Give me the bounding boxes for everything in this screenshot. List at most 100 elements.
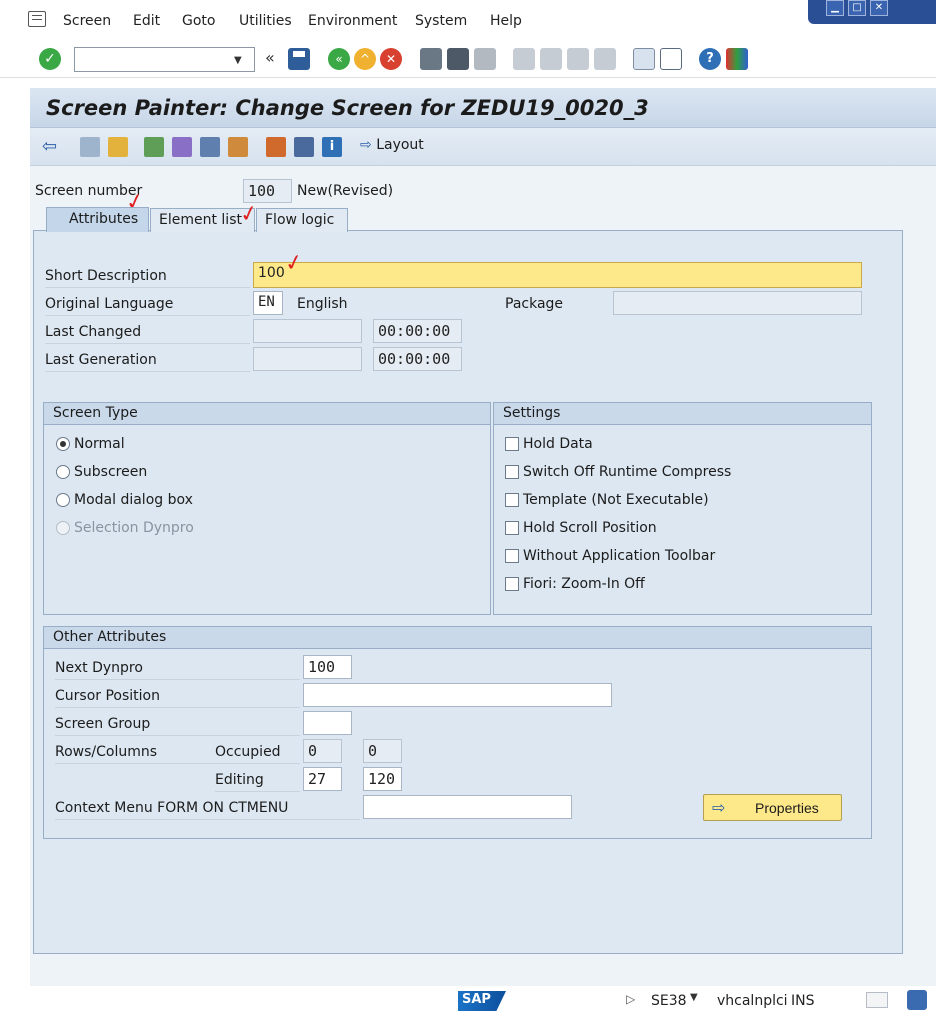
arrow-right-icon: ⇨ bbox=[360, 137, 372, 153]
layout-button[interactable]: ⇨ Layout bbox=[360, 137, 424, 153]
last-page-icon[interactable] bbox=[594, 48, 616, 70]
generate-icon[interactable] bbox=[172, 137, 192, 157]
last-changed-date-field bbox=[253, 319, 362, 343]
menu-help[interactable]: Help bbox=[490, 13, 522, 29]
where-used-icon[interactable] bbox=[228, 137, 248, 157]
short-description-field[interactable]: 100 bbox=[253, 262, 862, 288]
editing-cols-field[interactable]: 120 bbox=[363, 767, 402, 791]
radio-label: Modal dialog box bbox=[74, 492, 193, 508]
collapse-icon[interactable]: « bbox=[265, 48, 275, 67]
server-name: vhcalnplci bbox=[717, 993, 788, 1009]
radio-label: Normal bbox=[74, 436, 125, 452]
cancel-icon[interactable]: ✕ bbox=[380, 48, 402, 70]
menu-screen[interactable]: Screen bbox=[63, 13, 111, 29]
hierarchy-icon[interactable] bbox=[266, 137, 286, 157]
divider bbox=[45, 315, 250, 316]
checkbox-switch-off-runtime[interactable] bbox=[505, 465, 519, 479]
menu-utilities[interactable]: Utilities bbox=[239, 13, 292, 29]
rows-columns-label: Rows/Columns bbox=[55, 744, 158, 760]
radio-label: Subscreen bbox=[74, 464, 148, 480]
properties-button[interactable]: ⇨ Properties bbox=[703, 794, 842, 821]
status-bar: SAP ▷ SE38 ▼ vhcalnplci INS bbox=[0, 986, 936, 1015]
tab-flow-logic[interactable]: Flow logic bbox=[256, 208, 348, 232]
menu-goto[interactable]: Goto bbox=[182, 13, 215, 29]
next-dynpro-field[interactable]: 100 bbox=[303, 655, 352, 679]
check-icon[interactable] bbox=[144, 137, 164, 157]
group-title: Settings bbox=[494, 403, 871, 425]
customize-icon[interactable] bbox=[726, 48, 748, 70]
checkbox-label: Switch Off Runtime Compress bbox=[523, 464, 732, 480]
exit-icon[interactable]: ^ bbox=[354, 48, 376, 70]
window-controls: ▁ □ ✕ bbox=[808, 0, 936, 24]
divider bbox=[45, 343, 250, 344]
screen-group-label: Screen Group bbox=[55, 716, 151, 732]
align-icon[interactable] bbox=[294, 137, 314, 157]
last-changed-label: Last Changed bbox=[45, 324, 142, 340]
transfer-icon[interactable] bbox=[866, 992, 888, 1008]
context-menu-field[interactable] bbox=[363, 795, 572, 819]
radio-normal[interactable] bbox=[56, 437, 70, 451]
status-dropdown-icon[interactable]: ▼ bbox=[690, 992, 698, 1003]
screen-number-field: 100 bbox=[243, 179, 292, 203]
divider bbox=[55, 735, 300, 736]
checkbox-label: Hold Scroll Position bbox=[523, 520, 657, 536]
occupied-cols-field: 0 bbox=[363, 739, 402, 763]
last-generation-time-field: 00:00:00 bbox=[373, 347, 462, 371]
test-icon[interactable] bbox=[200, 137, 220, 157]
editing-rows-field[interactable]: 27 bbox=[303, 767, 342, 791]
checkbox-without-toolbar[interactable] bbox=[505, 549, 519, 563]
info-icon[interactable]: i bbox=[322, 137, 342, 157]
properties-label: Properties bbox=[755, 800, 819, 816]
close-icon[interactable]: ✕ bbox=[870, 0, 888, 16]
back-icon[interactable]: « bbox=[328, 48, 350, 70]
checkbox-fiori-zoom[interactable] bbox=[505, 577, 519, 591]
next-page-icon[interactable] bbox=[567, 48, 589, 70]
menu-environment[interactable]: Environment bbox=[308, 13, 397, 29]
command-dropdown-icon[interactable]: ▼ bbox=[234, 55, 242, 66]
screen-group-field[interactable] bbox=[303, 711, 352, 735]
menu-edit[interactable]: Edit bbox=[133, 13, 160, 29]
input-mode[interactable]: INS bbox=[791, 993, 815, 1009]
checkbox-template[interactable] bbox=[505, 493, 519, 507]
shortcut-icon[interactable] bbox=[660, 48, 682, 70]
lock-icon[interactable] bbox=[907, 990, 927, 1010]
first-page-icon[interactable] bbox=[513, 48, 535, 70]
enter-icon[interactable]: ✓ bbox=[39, 48, 61, 70]
find-icon[interactable] bbox=[447, 48, 469, 70]
other-object-icon[interactable]: ⇦ bbox=[42, 137, 62, 157]
help-icon[interactable]: ? bbox=[699, 48, 721, 70]
divider bbox=[45, 287, 250, 288]
divider bbox=[215, 791, 300, 792]
tab-attributes[interactable]: Attributes bbox=[46, 207, 149, 232]
checkbox-label: Template (Not Executable) bbox=[523, 492, 709, 508]
screen-type-group: Screen Type bbox=[43, 402, 491, 615]
radio-modal-dialog[interactable] bbox=[56, 493, 70, 507]
language-code-field[interactable]: EN bbox=[253, 291, 283, 315]
checkbox-hold-data[interactable] bbox=[505, 437, 519, 451]
save-icon[interactable] bbox=[288, 48, 310, 70]
display-change-icon[interactable] bbox=[80, 137, 100, 157]
radio-subscreen[interactable] bbox=[56, 465, 70, 479]
short-description-label: Short Description bbox=[45, 268, 167, 284]
command-field[interactable] bbox=[74, 47, 255, 72]
group-title: Screen Type bbox=[44, 403, 490, 425]
activate-icon[interactable] bbox=[108, 137, 128, 157]
maximize-icon[interactable]: □ bbox=[848, 0, 866, 16]
play-icon[interactable]: ▷ bbox=[626, 992, 635, 1006]
cursor-position-field[interactable] bbox=[303, 683, 612, 707]
checkbox-hold-scroll[interactable] bbox=[505, 521, 519, 535]
last-generation-label: Last Generation bbox=[45, 352, 157, 368]
divider bbox=[55, 819, 360, 820]
layout-label: Layout bbox=[376, 137, 424, 153]
prev-page-icon[interactable] bbox=[540, 48, 562, 70]
menu-system[interactable]: System bbox=[415, 13, 467, 29]
find-next-icon[interactable] bbox=[474, 48, 496, 70]
menu-icon[interactable] bbox=[28, 11, 46, 27]
checkbox-label: Fiori: Zoom-In Off bbox=[523, 576, 645, 592]
print-icon[interactable] bbox=[420, 48, 442, 70]
radio-selection-dynpro bbox=[56, 521, 70, 535]
cursor-position-label: Cursor Position bbox=[55, 688, 160, 704]
minimize-icon[interactable]: ▁ bbox=[826, 0, 844, 16]
checkbox-label: Hold Data bbox=[523, 436, 593, 452]
create-session-icon[interactable] bbox=[633, 48, 655, 70]
